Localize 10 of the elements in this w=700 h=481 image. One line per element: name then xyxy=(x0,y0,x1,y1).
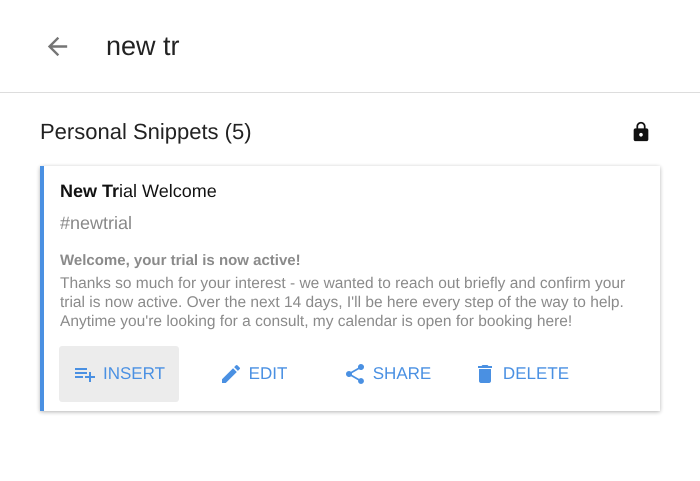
edit-button[interactable]: EDIT xyxy=(193,346,313,402)
share-button[interactable]: SHARE xyxy=(327,346,447,402)
insert-button[interactable]: INSERT xyxy=(59,346,179,402)
search-field[interactable]: new tr xyxy=(106,26,606,66)
snippet-subject: Welcome, your trial is now active! xyxy=(60,251,302,271)
snippet-title: New Trial Welcome xyxy=(60,180,218,203)
delete-button[interactable]: DELETE xyxy=(461,346,581,402)
section-title: Personal Snippets (5) xyxy=(40,118,252,146)
snippet-body: Thanks so much for your interest - we wanted to reach out briefly and confirm your trial is now active. Over the next 14 days, I'll be here every step of the way to help. Anytime you're looking for a consult, my calendar is open for booking here! xyxy=(60,274,626,331)
snippet-tag: #newtrial xyxy=(60,211,648,235)
